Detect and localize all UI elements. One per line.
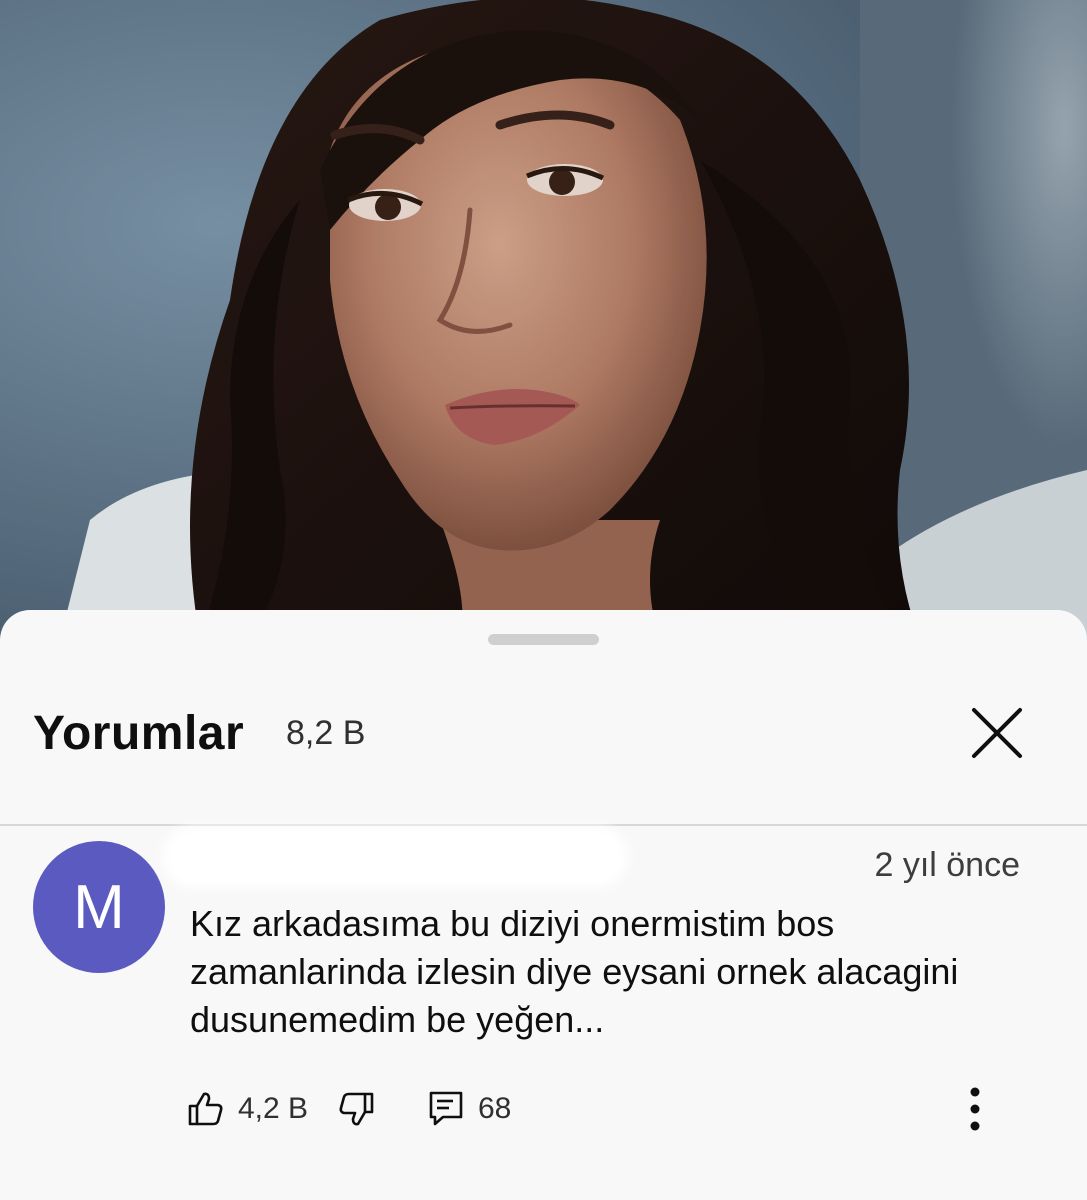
comments-title: Yorumlar — [33, 707, 245, 760]
comments-count: 8,2 B — [286, 714, 366, 752]
app-screen: Yorumlar 8,2 B M 2 yıl önce Kız arkadası… — [0, 0, 1087, 1200]
comment-actions: 4,2 B 68 — [0, 1080, 1087, 1140]
close-button[interactable] — [958, 698, 1038, 770]
header-divider — [0, 824, 1087, 826]
reply-count: 68 — [478, 1092, 512, 1125]
close-icon — [972, 708, 1022, 758]
reply-button[interactable]: 68 — [428, 1090, 511, 1128]
more-options-button[interactable] — [955, 1080, 995, 1140]
dislike-button[interactable] — [338, 1090, 376, 1128]
sheet-drag-handle[interactable] — [488, 634, 599, 645]
comment-text: Kız arkadasıma bu diziyi onermistim bos … — [190, 903, 959, 1040]
avatar[interactable]: M — [33, 841, 165, 973]
comment-reply-icon — [429, 1091, 463, 1126]
video-player[interactable] — [0, 0, 1087, 640]
author-name-redacted — [170, 834, 620, 880]
like-button[interactable]: 4,2 B — [186, 1090, 308, 1128]
comments-sheet: Yorumlar 8,2 B M 2 yıl önce Kız arkadası… — [0, 610, 1087, 1200]
thumbs-up-icon — [188, 1092, 223, 1126]
thumbs-down-icon — [339, 1092, 374, 1126]
video-frame-image — [0, 0, 1087, 640]
more-vert-icon — [970, 1087, 980, 1131]
like-count: 4,2 B — [238, 1092, 309, 1125]
comment-timestamp: 2 yıl önce — [874, 846, 1020, 884]
